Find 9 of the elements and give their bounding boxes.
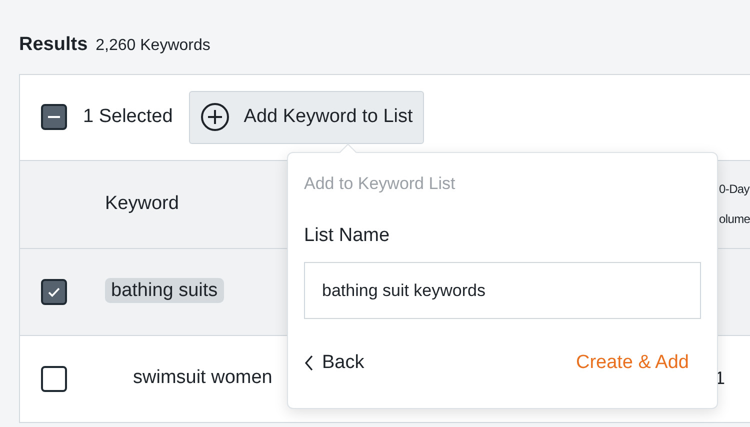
popover-title: Add to Keyword List [304,173,456,195]
column-header: Keyword [105,192,180,216]
keyword-cell-text: swimsuit women [132,366,274,390]
field-label: List Name [304,224,391,248]
results-count: 2,260 Keywords [96,36,210,56]
results-title: Results [19,33,88,57]
column-header: olume [719,211,750,228]
selected-count: 1 Selected [83,104,173,129]
column-header: 0-Day [719,181,750,198]
